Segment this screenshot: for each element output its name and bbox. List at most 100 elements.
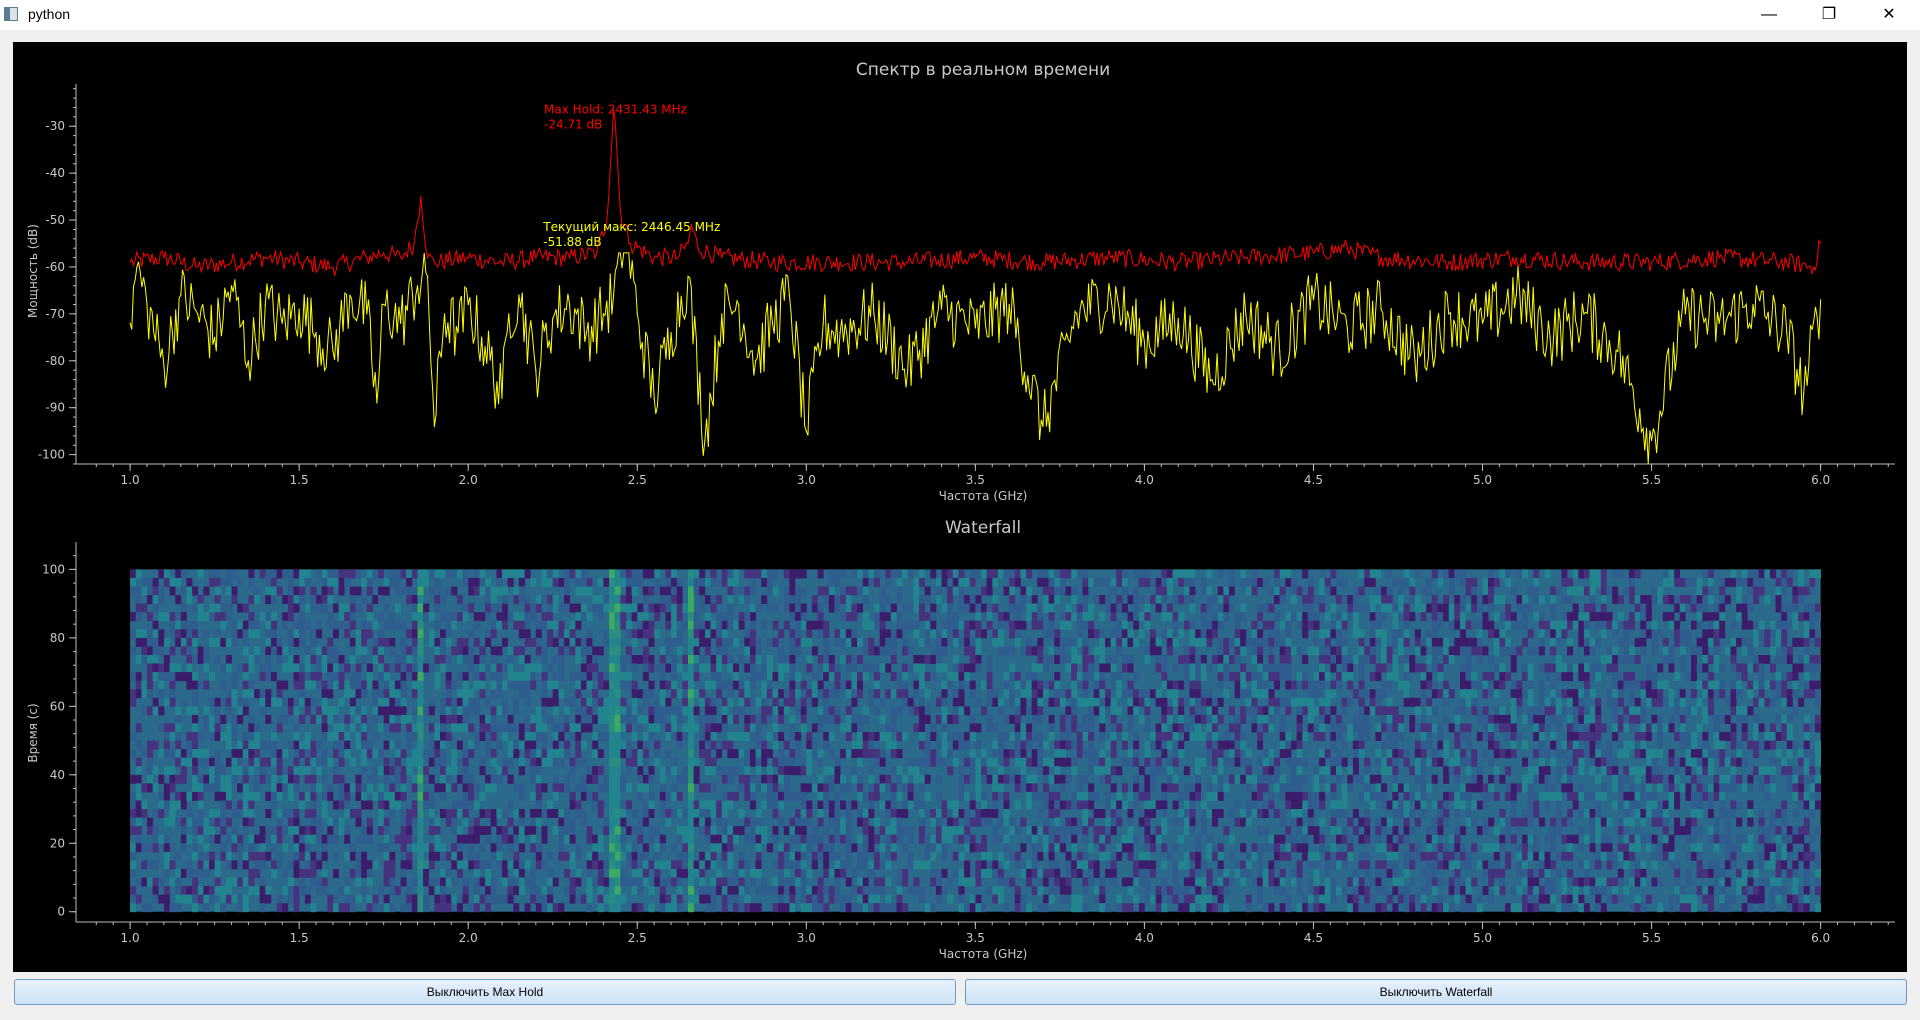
heatmap-cell — [789, 732, 796, 741]
heatmap-cell — [580, 697, 587, 707]
heatmap-cell — [1110, 714, 1117, 724]
heatmap-cell — [1183, 672, 1190, 682]
heatmap-cell — [603, 826, 610, 836]
heatmap-cell — [873, 877, 880, 887]
heatmap-cell — [986, 577, 993, 587]
heatmap-cell — [654, 757, 661, 767]
close-icon[interactable]: ✕ — [1866, 0, 1912, 30]
heatmap-cell — [671, 655, 678, 664]
heatmap-cell — [237, 757, 244, 767]
heatmap-cell — [1043, 868, 1049, 878]
heatmap-cell — [564, 834, 570, 844]
heatmap-cell — [271, 860, 277, 870]
heatmap-cell — [462, 894, 469, 904]
heatmap-cell — [659, 595, 666, 605]
heatmap-cell — [1133, 603, 1140, 613]
heatmap-cell — [1133, 860, 1140, 870]
heatmap-cell — [333, 868, 339, 878]
heatmap-cell — [333, 766, 339, 776]
heatmap-cell — [1009, 595, 1016, 605]
heatmap-cell — [817, 655, 824, 664]
heatmap-cell — [1178, 903, 1185, 913]
heatmap-cell — [727, 843, 734, 853]
heatmap-cell — [716, 663, 723, 673]
heatmap-cell — [180, 603, 187, 613]
minimize-icon[interactable]: — — [1746, 0, 1792, 30]
heatmap-cell — [366, 586, 373, 596]
heatmap-cell — [147, 783, 153, 793]
heatmap-cell — [750, 680, 756, 690]
heatmap-cell — [327, 732, 334, 741]
heatmap-cell — [840, 569, 847, 579]
heatmap-cell — [592, 860, 599, 870]
heatmap-cell — [823, 860, 830, 870]
heatmap-cell — [981, 569, 987, 579]
heatmap-cell — [1105, 577, 1111, 587]
heatmap-cell — [338, 903, 345, 913]
heatmap-cell — [428, 723, 435, 733]
heatmap-cell — [378, 791, 384, 801]
heatmap-cell — [688, 783, 694, 793]
heatmap-cell — [1088, 757, 1095, 767]
heatmap-cell — [406, 886, 413, 896]
heatmap-cell — [851, 637, 858, 647]
heatmap-cell — [873, 732, 880, 741]
heatmap-cell — [541, 826, 548, 836]
heatmap-cell — [535, 732, 542, 741]
heatmap-cell — [642, 851, 649, 861]
heatmap-cell — [271, 629, 277, 639]
heatmap-cell — [862, 586, 869, 596]
heatmap-cell — [186, 860, 193, 870]
heatmap-cell — [254, 868, 261, 878]
heatmap-cell — [248, 757, 255, 767]
heatmap-cell — [834, 577, 841, 587]
heatmap-cell — [1189, 783, 1196, 793]
heatmap-cell — [209, 714, 215, 724]
heatmap-cell — [806, 655, 813, 664]
heatmap-cell — [530, 826, 537, 836]
heatmap-cell — [496, 569, 503, 579]
heatmap-cell — [902, 569, 909, 579]
heatmap-cell — [1172, 723, 1179, 733]
heatmap-cell — [1127, 714, 1134, 724]
heatmap-cell — [152, 697, 159, 707]
heatmap-cell — [1020, 680, 1027, 690]
heatmap-cell — [868, 766, 875, 776]
window-title: python — [28, 6, 71, 22]
heatmap-cell — [879, 637, 886, 647]
heatmap-cell — [1037, 791, 1044, 801]
heatmap-cell — [1014, 886, 1021, 896]
heatmap-cell — [704, 851, 711, 861]
heatmap-cell — [214, 723, 221, 733]
heatmap-cell — [688, 689, 694, 699]
heatmap-cell — [766, 637, 773, 647]
heatmap-cell — [1105, 655, 1111, 664]
heatmap-cell — [338, 569, 345, 579]
restore-icon[interactable]: ❐ — [1806, 0, 1852, 30]
heatmap-cell — [1065, 851, 1072, 861]
heatmap-cell — [203, 826, 210, 836]
heatmap-cell — [287, 894, 294, 904]
heatmap-cell — [141, 629, 148, 639]
heatmap-cell — [1065, 774, 1072, 784]
heatmap-cell — [857, 783, 863, 793]
heatmap-cell — [648, 886, 655, 896]
heatmap-cell — [299, 569, 306, 579]
heatmap-cell — [417, 868, 424, 878]
heatmap-cell — [603, 783, 610, 793]
heatmap-cell — [761, 877, 768, 887]
heatmap-cell — [935, 886, 942, 896]
heatmap-cell — [1082, 851, 1089, 861]
heatmap-cell — [502, 834, 508, 844]
heatmap-cell — [248, 843, 255, 853]
heatmap-cell — [997, 612, 1004, 622]
heatmap-cell — [935, 834, 942, 844]
heatmap-cell — [225, 791, 232, 801]
data-point — [1650, 261, 1653, 263]
heatmap-cell — [913, 586, 920, 596]
heatmap-cell — [890, 800, 897, 810]
heatmap-cell — [1183, 586, 1190, 596]
heatmap-cell — [372, 637, 379, 647]
heatmap-cell — [609, 697, 616, 707]
heatmap-cell — [597, 903, 604, 913]
